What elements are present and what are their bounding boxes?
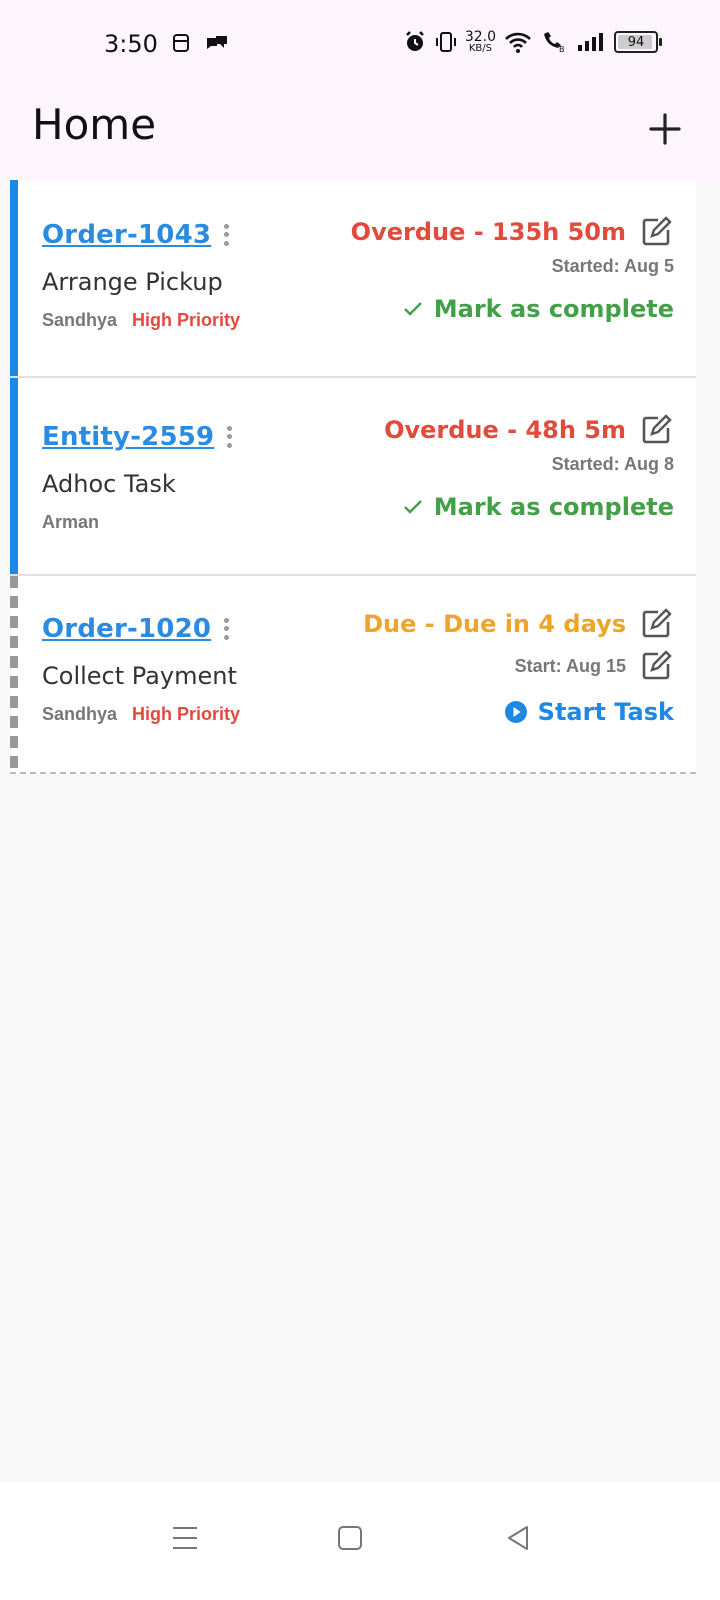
alarm-icon [405, 31, 424, 51]
start-task-button[interactable]: Start Task [363, 698, 674, 726]
status-bar: 3:50 32.0 KB/S B 94 [0, 0, 720, 90]
task-assignee: Sandhya [42, 704, 118, 724]
play-circle-icon [504, 701, 527, 723]
status-time: 3:50 [104, 30, 158, 58]
plus-icon [649, 113, 681, 145]
status-left-icons [170, 32, 230, 54]
task-id-link[interactable]: Entity-2559 [42, 422, 214, 452]
menu-icon [173, 1527, 197, 1549]
task-card[interactable]: Order-1043 Arrange Pickup Sandhya High P… [10, 180, 696, 378]
task-id-link[interactable]: Order-1043 [42, 220, 211, 250]
task-name: Adhoc Task [42, 470, 176, 498]
svg-text:B: B [559, 45, 565, 54]
check-icon [403, 500, 422, 514]
task-start-date: Start: Aug 15 [514, 655, 626, 676]
task-due-status: Due - Due in 4 days [363, 610, 626, 638]
system-nav-bar [0, 1482, 720, 1600]
task-priority: High Priority [132, 310, 241, 330]
back-button[interactable] [498, 1518, 538, 1558]
edit-due-icon[interactable] [638, 412, 674, 448]
start-task-label: Start Task [537, 698, 674, 726]
volte-call-icon: B [544, 32, 565, 54]
task-card[interactable]: Entity-2559 Adhoc Task Arman Overdue - 4… [10, 378, 696, 576]
square-icon [338, 1526, 362, 1550]
task-id-link[interactable]: Order-1020 [42, 614, 211, 644]
app-notification-icon [173, 34, 189, 52]
task-name: Collect Payment [42, 662, 237, 690]
status-right-icons: 32.0 KB/S B 94 [403, 30, 662, 54]
task-name: Arrange Pickup [42, 268, 223, 296]
edit-due-icon[interactable] [638, 214, 674, 250]
check-icon [403, 302, 422, 316]
wifi-icon [505, 32, 531, 53]
task-due-status: Overdue - 135h 50m [350, 218, 626, 246]
edit-start-icon[interactable] [638, 648, 674, 684]
task-assignee: Sandhya [42, 310, 118, 330]
back-triangle-icon [508, 1526, 528, 1550]
recent-apps-button[interactable] [165, 1518, 205, 1558]
network-speed: 32.0 KB/S [465, 30, 496, 54]
page-title: Home [32, 100, 157, 149]
task-due-status: Overdue - 48h 5m [384, 416, 626, 444]
task-start-date: Started: Aug 5 [551, 256, 674, 276]
network-speed-value: 32.0 [464, 29, 496, 45]
edit-due-icon[interactable] [638, 606, 674, 642]
battery-level: 94 [627, 34, 645, 50]
mark-complete-label: Mark as complete [433, 295, 674, 323]
task-card[interactable]: Order-1020 Collect Payment Sandhya High … [10, 576, 696, 774]
signal-icon [578, 33, 603, 51]
mark-complete-button[interactable]: Mark as complete [384, 493, 674, 521]
app-bar: Home [0, 90, 720, 180]
mark-complete-label: Mark as complete [433, 493, 674, 521]
home-button[interactable] [330, 1518, 370, 1558]
add-task-button[interactable] [640, 104, 690, 154]
network-speed-unit: KB/S [468, 43, 492, 54]
battery-icon: 94 [614, 31, 662, 53]
task-priority: High Priority [132, 704, 241, 724]
more-options-icon[interactable] [222, 424, 236, 450]
mark-complete-button[interactable]: Mark as complete [351, 295, 674, 323]
more-options-icon[interactable] [219, 222, 233, 248]
task-assignee: Arman [42, 512, 100, 532]
message-notification-icon [207, 36, 227, 49]
task-list: Order-1043 Arrange Pickup Sandhya High P… [10, 180, 696, 774]
task-start-date: Started: Aug 8 [551, 454, 674, 474]
more-options-icon[interactable] [219, 616, 233, 642]
vibrate-icon [435, 32, 456, 52]
